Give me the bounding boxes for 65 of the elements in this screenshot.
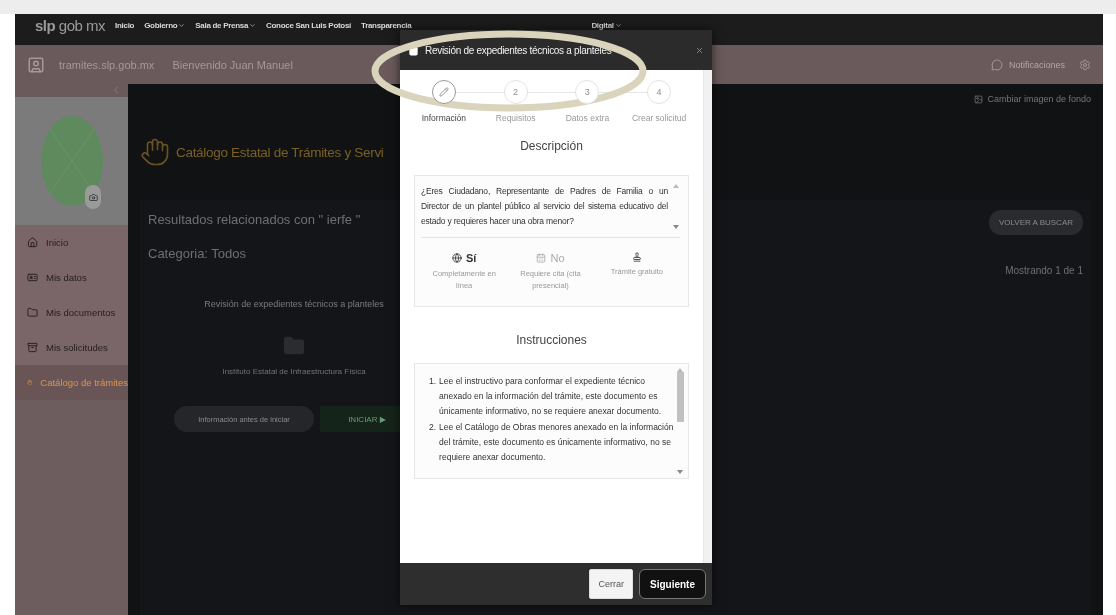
- step-label: Información: [421, 113, 467, 123]
- card-agency: Instituto Estatal de Infraestructura Física: [222, 367, 366, 376]
- section-heading: Instrucciones: [515, 333, 588, 347]
- nav-link[interactable]: Transparencia: [361, 17, 412, 30]
- nav-link[interactable]: Inicio: [115, 17, 135, 30]
- scrollbar[interactable]: [703, 70, 712, 563]
- nav-link[interactable]: Sala de Prensa: [195, 17, 257, 30]
- instruction-text: Lee el instructivo para conformar el expediente técnico anexado en la información del trámite, este documento es únicamente informativo, no se requiere anexar documento.: [439, 375, 663, 418]
- description-text: ¿Eres Ciudadano, Representante de Padres de Familia o un Director de un plantel público al servicio del sistema educativo del estado y requieres hacer una obra menor?: [421, 185, 668, 228]
- caret-icon: [249, 22, 257, 29]
- list-number: 2.: [429, 421, 437, 434]
- close-button[interactable]: Cerrar: [589, 569, 633, 599]
- id-card-icon: [27, 55, 45, 74]
- globe-icon: [451, 253, 462, 263]
- step-circle[interactable]: [431, 80, 456, 104]
- camera-icon: [88, 192, 98, 202]
- chat-icon: [990, 58, 1003, 71]
- archive-icon: [27, 342, 38, 353]
- camera-button[interactable]: [85, 185, 101, 209]
- pencil-icon: [438, 87, 449, 97]
- sidebar-item[interactable]: Mis solicitudes: [15, 330, 128, 365]
- welcome-text: Bienvenido Juan Manuel: [172, 58, 293, 71]
- category-label: Categoria: Todos: [148, 246, 248, 261]
- folder-icon: [27, 307, 38, 318]
- sidebar-item[interactable]: Mis documentos: [15, 295, 128, 330]
- step-circle[interactable]: 3: [575, 80, 600, 104]
- step-label: Requisitos: [495, 113, 536, 123]
- calendar-icon: [536, 253, 547, 263]
- site-name[interactable]: tramites.slp.gob.mx: [59, 58, 155, 71]
- step-label: Datos extra: [565, 113, 610, 123]
- feature-value: No: [550, 252, 565, 264]
- caret-icon: [614, 22, 622, 29]
- home-icon: [27, 237, 38, 248]
- site-logo[interactable]: slp gob mx: [35, 17, 106, 34]
- close-icon[interactable]: [695, 45, 704, 55]
- image-icon: [974, 94, 984, 104]
- hand-icon: [27, 377, 33, 388]
- folder-icon: [283, 335, 305, 357]
- id-card-icon: [27, 272, 38, 283]
- page-title: Catálogo Estatal de Trámites y Servi: [176, 144, 384, 160]
- step-circle[interactable]: 2: [503, 80, 528, 104]
- settings-icon[interactable]: [1079, 58, 1091, 71]
- sidebar-item[interactable]: Mis datos: [15, 260, 128, 295]
- list-number: 1.: [429, 375, 437, 388]
- nav-link[interactable]: Conoce San Luis Potosí: [266, 17, 351, 30]
- results-count: Mostrando 1 de 1: [1005, 265, 1083, 276]
- next-button[interactable]: Siguiente: [639, 569, 706, 599]
- nav-link[interactable]: Digital: [591, 17, 622, 30]
- stamp-icon: [631, 252, 642, 262]
- hand-icon: [140, 137, 170, 167]
- change-background-link[interactable]: Cambiar imagen de fondo: [987, 94, 1091, 104]
- back-button[interactable]: VOLVER A BUSCAR: [988, 210, 1083, 235]
- results-heading: Resultados relacionados con " ierfe ": [148, 212, 361, 227]
- sidebar-item[interactable]: Inicio: [15, 225, 128, 260]
- step-circle[interactable]: 4: [647, 80, 672, 104]
- section-heading: Descripción: [519, 139, 584, 153]
- notifications-link[interactable]: Notificaciones: [1008, 59, 1065, 70]
- instruction-text: Lee el Catálogo de Obras menores anexado en la información del trámite, este documento es únicamente informativo, no se requiere anexar documento.: [439, 421, 675, 464]
- caret-icon: [178, 22, 186, 29]
- feature-value: Sí: [465, 252, 477, 264]
- nav-link[interactable]: Gobierno: [144, 17, 186, 30]
- step-label: Crear solicitud: [631, 113, 687, 123]
- card-title: Revisión de expedientes técnicos a planteles: [204, 299, 384, 309]
- sidebar-item[interactable]: Catálogo de trámites: [15, 365, 128, 400]
- scrollbar-thumb[interactable]: [676, 372, 684, 422]
